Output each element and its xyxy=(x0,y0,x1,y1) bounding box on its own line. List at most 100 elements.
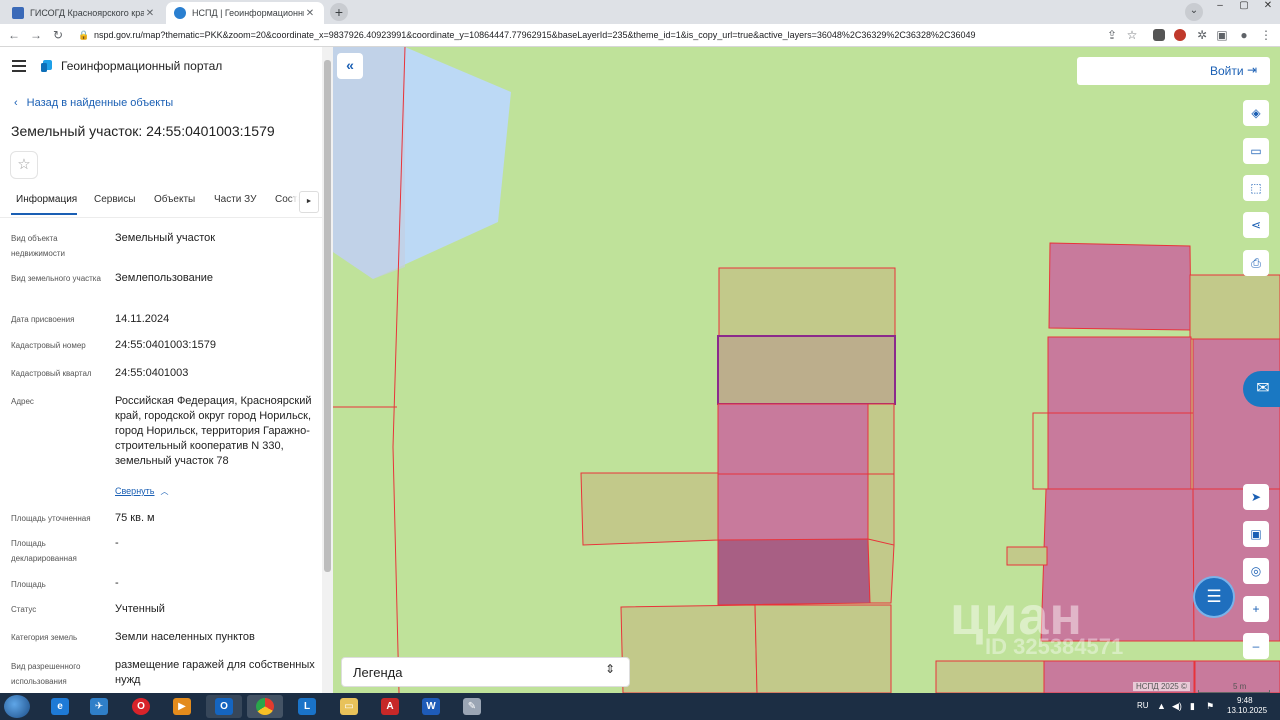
cadastral-map[interactable] xyxy=(333,47,1280,693)
property-value: 14.11.2024 xyxy=(115,313,170,325)
favorite-star-button[interactable]: ☆ xyxy=(10,151,38,179)
property-label: Вид разрешенного использования xyxy=(11,662,81,686)
parcel xyxy=(717,538,871,606)
property-label: Категория земель xyxy=(11,633,78,642)
parcel xyxy=(1189,274,1280,340)
parcel xyxy=(717,403,869,475)
address-bar[interactable]: 🔒 nspd.gov.ru/map?thematic=PKK&zoom=20&c… xyxy=(76,26,1136,45)
internet-explorer-icon[interactable]: e xyxy=(42,695,78,718)
volume-icon[interactable]: ◀) xyxy=(1172,701,1182,712)
acrobat-icon[interactable]: A xyxy=(372,695,408,718)
clock-time[interactable]: 9:48 xyxy=(1237,696,1253,705)
legend-label: Легенда xyxy=(353,665,403,680)
app-bird-icon[interactable]: ✈ xyxy=(81,695,117,718)
file-explorer-icon[interactable]: ▭ xyxy=(331,695,367,718)
property-value: 24:55:0401003:1579 xyxy=(115,339,216,351)
word-icon[interactable]: W xyxy=(413,695,449,718)
new-tab-button[interactable]: + xyxy=(330,3,348,21)
navigate-arrow-icon[interactable]: ➤ xyxy=(1243,484,1269,510)
zoom-out-icon[interactable]: – xyxy=(1243,633,1269,659)
portal-title: Геоинформационный портал xyxy=(61,59,223,73)
property-label: Вид земельного участка xyxy=(11,274,101,283)
print-icon[interactable]: ⎙ xyxy=(1243,250,1269,276)
selected-parcel[interactable] xyxy=(717,335,896,405)
bookmark-star-icon[interactable]: ☆ xyxy=(1124,27,1140,43)
clock-date[interactable]: 13.10.2025 xyxy=(1227,706,1267,715)
property-label: Кадастровый номер xyxy=(11,341,86,350)
back-to-results-link[interactable]: ‹ Назад в найденные объекты xyxy=(14,97,173,109)
profile-avatar-icon[interactable]: ● xyxy=(1236,27,1252,43)
tab-title: НСПД | Геоинформационный п xyxy=(192,8,304,18)
property-label: Площадь xyxy=(11,580,46,589)
extensions-puzzle-icon[interactable]: ✲ xyxy=(1194,27,1210,43)
chat-bubble-icon[interactable]: ☰ xyxy=(1193,576,1235,618)
collapse-address-link[interactable]: Свернуть ︿ xyxy=(115,486,168,497)
browser-tab-bar: ГИСОГД Красноярского края ✕ НСПД | Геоин… xyxy=(0,0,1280,24)
back-arrow-icon[interactable]: ← xyxy=(6,27,22,43)
tab-objects[interactable]: Объекты xyxy=(154,194,195,205)
share-icon[interactable]: ⇪ xyxy=(1104,27,1120,43)
watermark-id: ID 325384571 xyxy=(985,634,1124,659)
tray-expand-icon[interactable]: ▲ xyxy=(1157,701,1166,711)
tab-information[interactable]: Информация xyxy=(16,194,77,205)
area-select-icon[interactable]: ⬚ xyxy=(1243,175,1269,201)
browser-menu-icon[interactable]: ⋮ xyxy=(1258,27,1274,43)
property-value: - xyxy=(115,577,119,589)
ruler-icon[interactable]: ▭ xyxy=(1243,138,1269,164)
browser-tab-gisogd[interactable]: ГИСОГД Красноярского края ✕ xyxy=(4,2,164,24)
media-player-icon[interactable]: ▶ xyxy=(164,695,200,718)
menu-hamburger-icon[interactable] xyxy=(12,60,26,72)
tabs-scroll-right-icon[interactable]: ► xyxy=(299,191,319,213)
close-tab-icon[interactable]: ✕ xyxy=(144,8,156,19)
minimize-window-icon[interactable]: – xyxy=(1208,0,1232,14)
zoom-in-icon[interactable]: + xyxy=(1243,596,1269,622)
property-label: Дата присвоения xyxy=(11,315,75,324)
extension-icon[interactable] xyxy=(1153,29,1165,41)
start-button-icon[interactable] xyxy=(4,695,30,718)
tab-search-chevron-icon[interactable]: ⌄ xyxy=(1185,3,1203,21)
nspd-favicon-icon xyxy=(174,7,186,19)
address-value: Российская Федерация, Красноярский край,… xyxy=(115,395,312,467)
opera-icon[interactable]: O xyxy=(123,695,159,718)
extension-icon[interactable] xyxy=(1174,29,1186,41)
side-panel-icon[interactable]: ▣ xyxy=(1214,27,1230,43)
outlook-icon[interactable]: O xyxy=(206,695,242,718)
object-title: Земельный участок: 24:55:0401003:1579 xyxy=(11,123,275,139)
tab-parcel-parts[interactable]: Части ЗУ xyxy=(214,194,256,205)
share-icon[interactable]: ⋖ xyxy=(1243,212,1269,238)
close-window-icon[interactable]: ✕ xyxy=(1256,0,1280,14)
chrome-icon[interactable] xyxy=(247,695,283,718)
chevron-up-icon: ︿ xyxy=(160,487,169,496)
property-label: Площадь уточненная xyxy=(11,514,91,523)
parcel xyxy=(620,604,758,693)
browser-toolbar: ← → ↻ 🔒 nspd.gov.ru/map?thematic=PKK&zoo… xyxy=(0,24,1280,47)
parcel xyxy=(867,473,895,547)
parcel xyxy=(1048,242,1192,331)
locate-icon[interactable]: ◎ xyxy=(1243,558,1269,584)
parcel xyxy=(1006,546,1048,566)
lock-icon[interactable]: 🔒 xyxy=(78,26,89,45)
info-tabs: Информация Сервисы Объекты Части ЗУ Сост… xyxy=(0,191,322,217)
active-tab-indicator xyxy=(11,213,77,215)
network-icon[interactable]: ▮ xyxy=(1190,701,1195,712)
parcel xyxy=(580,472,719,546)
panel-scrollbar-thumb[interactable] xyxy=(324,60,331,572)
flag-icon[interactable]: ⚑ xyxy=(1206,701,1214,712)
browser-tab-nspd[interactable]: НСПД | Геоинформационный п ✕ xyxy=(166,2,324,24)
close-tab-icon[interactable]: ✕ xyxy=(304,8,316,19)
layers-icon[interactable]: ◈ xyxy=(1243,100,1269,126)
restore-window-icon[interactable]: ▢ xyxy=(1232,0,1256,14)
gosuslugi-feedback-icon[interactable]: ✉ xyxy=(1243,371,1280,407)
chevron-left-icon: ‹ xyxy=(14,97,18,109)
property-value: 75 кв. м xyxy=(115,512,155,524)
sort-chevrons-icon: ⇕ xyxy=(605,662,616,676)
parcel xyxy=(717,473,869,541)
forward-arrow-icon[interactable]: → xyxy=(28,27,44,43)
lync-icon[interactable]: L xyxy=(289,695,325,718)
paint-icon[interactable]: ✎ xyxy=(454,695,490,718)
tab-services[interactable]: Сервисы xyxy=(94,194,135,205)
reload-icon[interactable]: ↻ xyxy=(50,27,66,43)
minimap-icon[interactable]: ▣ xyxy=(1243,521,1269,547)
collapse-panel-button[interactable]: « xyxy=(337,53,363,79)
keyboard-language[interactable]: RU xyxy=(1137,701,1149,710)
